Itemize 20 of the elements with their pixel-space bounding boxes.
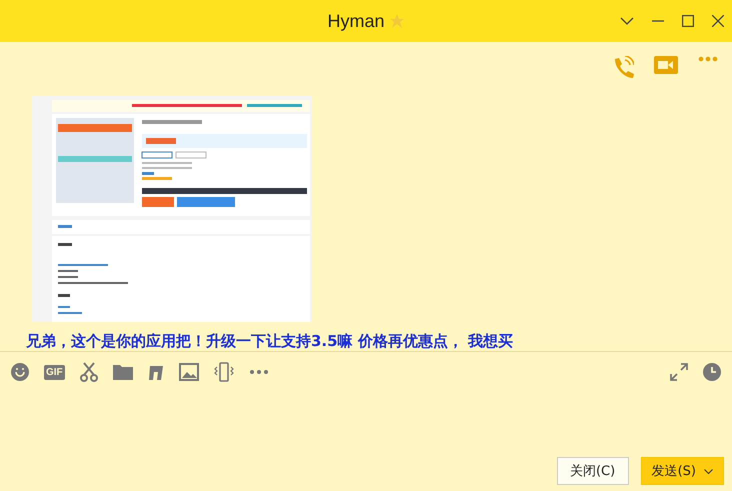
window-title: Hyman (327, 10, 384, 32)
gif-button[interactable]: GIF (44, 364, 65, 380)
minimize-icon[interactable] (652, 20, 664, 22)
caret-icon[interactable] (704, 468, 713, 474)
send-button[interactable]: 发送(S) (640, 457, 724, 485)
folder-icon[interactable] (112, 364, 133, 380)
maximize-icon[interactable] (682, 15, 694, 27)
image-icon[interactable] (178, 363, 199, 381)
chevron-down-icon[interactable] (620, 17, 634, 25)
chat-message: 兄弟，这个是你的应用把！升级一下让支持3.5嘛 价格再优惠点， 我想买 (26, 332, 514, 351)
scissors-icon[interactable] (78, 362, 99, 382)
close-button[interactable]: 关闭(C) (556, 457, 629, 485)
webpage-screenshot-drawing[interactable] (32, 96, 312, 322)
close-icon[interactable] (712, 15, 724, 27)
more-icon[interactable] (248, 369, 269, 375)
phone-shake-icon[interactable] (212, 362, 235, 382)
clock-icon[interactable] (702, 362, 722, 382)
expand-icon[interactable] (670, 363, 688, 381)
emoji-icon[interactable] (10, 362, 30, 382)
star-badge-icon (388, 13, 404, 29)
